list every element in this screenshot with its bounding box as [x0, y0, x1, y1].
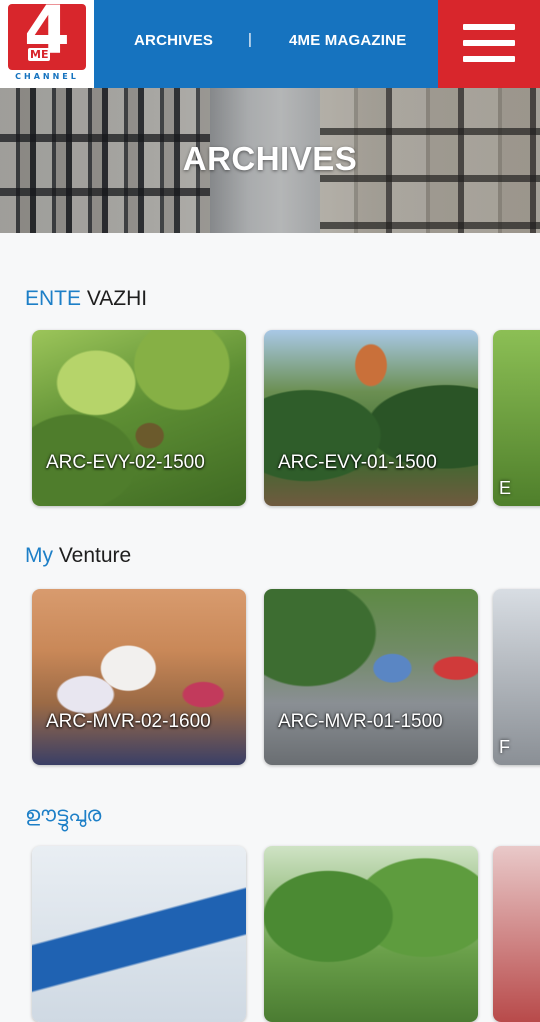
section-title-oottupura: ഊട്ടുപുര	[25, 802, 102, 826]
section-title-accent: ENTE	[25, 287, 82, 310]
nav-magazine-link[interactable]: 4ME MAGAZINE	[289, 32, 406, 49]
archive-card[interactable]	[32, 846, 246, 1022]
archive-card-label: ARC-MVR-01-1500	[278, 711, 443, 732]
nav-separator: |	[248, 31, 252, 48]
hero-title: ARCHIVES	[182, 140, 358, 177]
nav-archives-link[interactable]: ARCHIVES	[134, 32, 213, 49]
app-header: 4 ME CHANNEL ARCHIVES | 4ME MAGAZINE	[0, 0, 540, 88]
archive-card-partial[interactable]: F	[493, 589, 540, 765]
menu-button[interactable]	[438, 0, 540, 88]
archive-card-partial[interactable]: E	[493, 330, 540, 506]
archive-card-label: E	[499, 478, 512, 498]
archive-card[interactable]	[264, 846, 478, 1022]
archive-card[interactable]: ARC-MVR-02-1600	[32, 589, 246, 765]
archive-card-label: F	[499, 737, 510, 757]
section-title-accent: My	[25, 544, 53, 567]
logo-tag: ME	[28, 48, 51, 61]
section-title-rest: Venture	[53, 544, 132, 567]
logo-subtitle: CHANNEL	[15, 72, 79, 81]
channel-logo[interactable]: 4 ME CHANNEL	[0, 0, 94, 88]
archive-card[interactable]: ARC-EVY-01-1500	[264, 330, 478, 506]
archives-hero-banner: ARCHIVES	[0, 88, 540, 233]
section-title-rest: VAZHI	[81, 287, 148, 310]
archive-card-label: ARC-EVY-01-1500	[278, 452, 437, 473]
archive-card[interactable]: ARC-MVR-01-1500	[264, 589, 478, 765]
section-title-my-venture: My Venture	[25, 544, 131, 568]
archive-card[interactable]: ARC-EVY-02-1500	[32, 330, 246, 506]
archive-card-partial[interactable]	[493, 846, 540, 1022]
archive-card-label: ARC-MVR-02-1600	[46, 711, 211, 732]
archive-card-label: ARC-EVY-02-1500	[46, 452, 205, 473]
section-title-ente-vazhi: ENTE VAZHI	[25, 287, 147, 311]
